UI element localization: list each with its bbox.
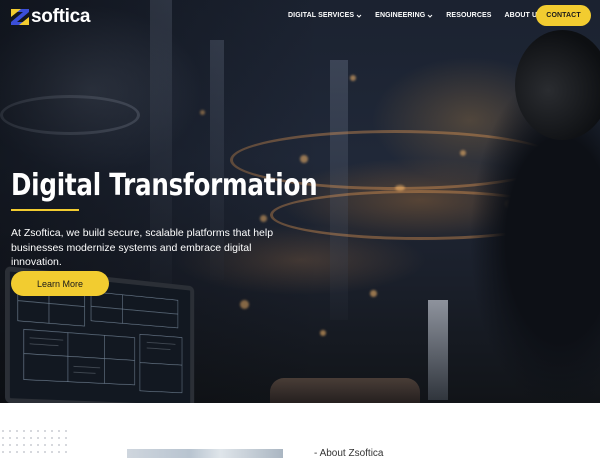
site-header: softica DIGITAL SERVICES ENGINEERING RES… <box>0 0 600 34</box>
about-section-label: - About Zsoftica <box>314 448 384 458</box>
logo-mark-icon <box>10 7 30 27</box>
learn-more-button[interactable]: Learn More <box>11 271 109 296</box>
dot-pattern-decoration <box>2 430 67 453</box>
hero-title: Digital Transformation <box>11 168 318 203</box>
chevron-down-icon <box>427 14 433 18</box>
logo-text: softica <box>31 6 91 27</box>
nav-item-engineering[interactable]: ENGINEERING <box>375 12 433 19</box>
hero-description: At Zsoftica, we build secure, scalable p… <box>11 227 274 268</box>
contact-button[interactable]: CONTACT <box>536 5 591 26</box>
site-logo[interactable]: softica <box>10 6 90 28</box>
nav-item-resources[interactable]: RESOURCES <box>446 12 491 19</box>
chevron-down-icon <box>356 14 362 18</box>
nav-item-digital-services[interactable]: DIGITAL SERVICES <box>288 12 362 19</box>
about-image <box>127 449 283 458</box>
title-underline <box>11 209 79 211</box>
main-nav: DIGITAL SERVICES ENGINEERING RESOURCES A… <box>288 11 576 20</box>
